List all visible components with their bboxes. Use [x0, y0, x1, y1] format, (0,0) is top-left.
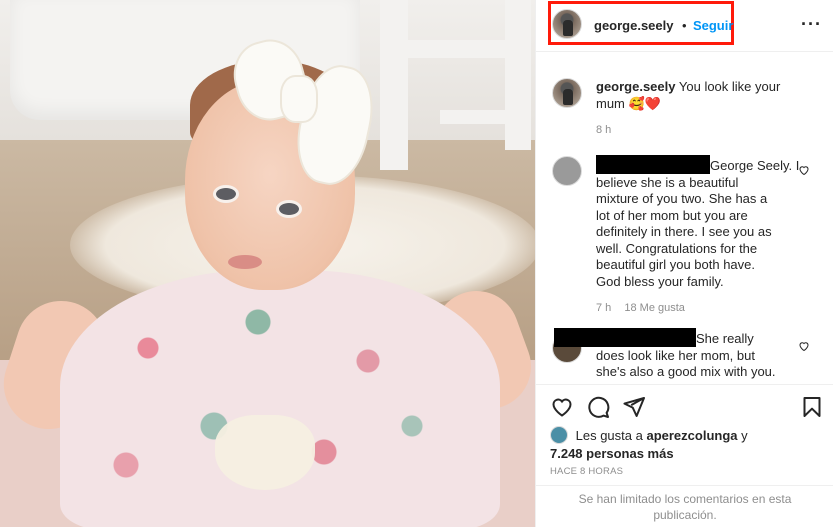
header-username[interactable]: george.seely	[594, 18, 674, 33]
comment-like-heart-icon[interactable]	[798, 340, 810, 355]
comment-text-start: She really	[696, 331, 754, 346]
comment-line: beautiful girl you both have.	[596, 257, 755, 272]
post-actions: Les gusta a aperezcolunga y 7.248 person…	[536, 384, 833, 527]
comment-text-start: George Seely. I	[710, 158, 800, 173]
photo-lace-bow	[225, 32, 382, 195]
author-avatar[interactable]	[552, 9, 582, 39]
redacted-username	[596, 155, 710, 174]
comment-item: She really does look like her mom, but s…	[554, 328, 820, 381]
post-timestamp[interactable]: HACE 8 HORAS	[550, 466, 623, 477]
liker-avatar[interactable]	[550, 426, 568, 444]
comment-likes[interactable]: 18 Me gusta	[624, 302, 685, 314]
comment-item: George Seely. I believe she is a beautif…	[596, 155, 811, 314]
more-options-icon[interactable]: ···	[801, 14, 822, 35]
likes-prefix: Les gusta a	[575, 428, 643, 443]
likes-count[interactable]: 7.248 personas más	[550, 446, 674, 461]
comment-line: believe she is a beautiful	[596, 174, 739, 190]
comment-line: definitely in there. I see you as	[596, 224, 772, 239]
caption-avatar[interactable]	[552, 78, 582, 108]
comment-line: lot of her mom but you are	[596, 207, 748, 223]
comment-like-heart-icon[interactable]	[798, 164, 810, 179]
likes-summary: Les gusta a aperezcolunga y 7.248 person…	[550, 426, 820, 463]
caption-username[interactable]: george.seely	[596, 79, 676, 94]
likes-mid: y	[741, 428, 748, 443]
header-separator: •	[681, 18, 687, 33]
comment-meta: 7 h 18 Me gusta	[596, 302, 811, 314]
photo-butterfly-applique	[215, 415, 315, 490]
post-side-panel: george.seely • Seguir ··· george.seely Y…	[535, 0, 833, 527]
share-icon[interactable]	[622, 395, 648, 421]
comments-limited-notice: Se han limitado los comentarios en esta …	[536, 485, 833, 527]
comment-icon[interactable]	[586, 395, 612, 421]
bookmark-icon[interactable]	[800, 395, 826, 421]
comments-list[interactable]: george.seely You look like your mum 🥰❤️ …	[536, 53, 833, 383]
photo-mouth	[228, 255, 262, 269]
caption-time: 8 h	[596, 124, 612, 136]
caption-emoji: 🥰❤️	[628, 95, 661, 111]
header-user-row: george.seely • Seguir	[594, 17, 733, 35]
photo-floral-dress	[60, 270, 500, 527]
comment-time: 7 h	[596, 302, 612, 314]
caption: george.seely You look like your mum 🥰❤️ …	[596, 79, 811, 136]
comment-line: mixture of you two. She has a	[596, 191, 768, 206]
comment-line: does look like her mom, but	[596, 347, 755, 363]
redacted-username	[554, 328, 696, 347]
heart-icon[interactable]	[550, 395, 576, 421]
post-header: george.seely • Seguir ···	[536, 0, 833, 52]
post-photo[interactable]	[0, 0, 535, 527]
liker-username[interactable]: aperezcolunga	[646, 428, 737, 443]
follow-button[interactable]: Seguir	[693, 18, 733, 33]
photo-chair	[380, 0, 535, 190]
comment-avatar[interactable]	[552, 156, 582, 186]
comment-line: God bless your family.	[596, 273, 724, 289]
comment-line: she's also a good mix with you.	[596, 364, 776, 379]
comment-line: well. Congratulations for the	[596, 240, 758, 256]
photo-eye-right	[276, 200, 302, 218]
